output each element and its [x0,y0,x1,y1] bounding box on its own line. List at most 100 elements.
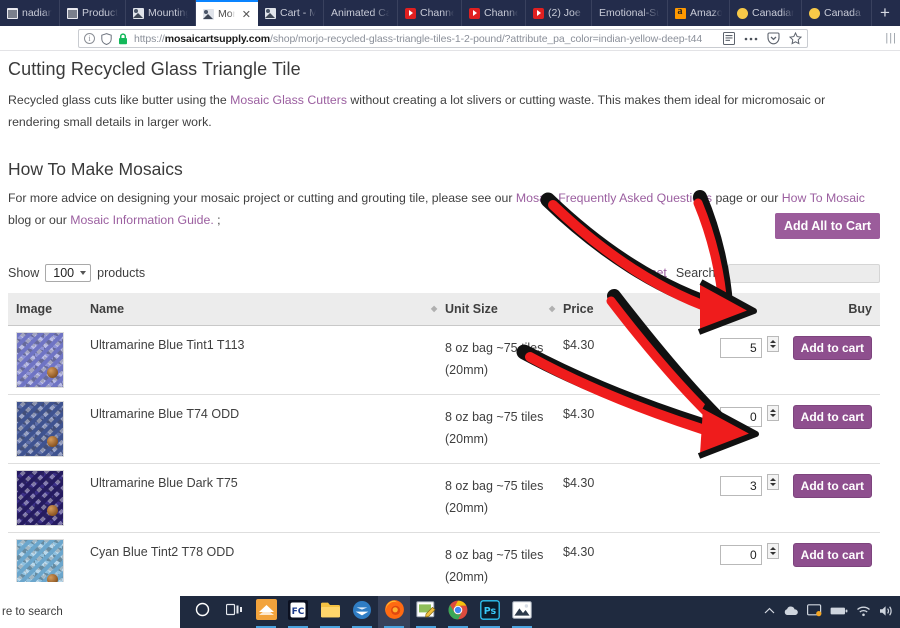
column-header-name[interactable]: Name [82,293,437,327]
taskbar-item-libreoffice[interactable] [250,596,282,628]
quantity-input[interactable]: 3 [719,476,762,497]
add-all-to-cart-button[interactable]: Add All to Cart [774,213,880,240]
cell-product-name: Ultramarine Blue Tint1 T113 [82,325,437,396]
tracking-protection-shield-icon[interactable] [101,32,112,45]
browser-tab-6[interactable]: Animated Ca [324,0,398,26]
add-to-cart-button[interactable]: Add to cart [792,543,872,568]
new-tab-button[interactable]: + [872,0,898,26]
taskbar-item-blue-app[interactable] [346,596,378,628]
product-thumbnail[interactable] [16,401,64,458]
page-info-icon[interactable]: i [84,33,95,44]
screen-share-icon[interactable] [807,604,822,620]
bookmark-star-icon[interactable] [789,32,802,45]
link-mosaic-glass-cutters[interactable]: Mosaic Glass Cutters [230,93,347,107]
url-text[interactable]: https://mosaicartsupply.com/shop/morjo-r… [134,33,711,45]
browser-tab-label: Morjo [218,8,235,20]
volume-icon[interactable] [879,605,894,620]
product-thumbnail[interactable] [16,332,64,389]
taskbar-item-photos[interactable] [506,596,538,628]
column-header-image[interactable]: Image [8,293,82,327]
browser-tab-1[interactable]: nadian [0,0,60,26]
column-header-price[interactable]: ◆ Price [549,293,665,327]
add-to-cart-button[interactable]: Add to cart [792,405,872,430]
quantity-input[interactable]: 5 [719,338,762,359]
quantity-stepper[interactable] [766,336,779,353]
browser-tab-8[interactable]: Channel v [462,0,526,26]
taskbar-item-photoshop[interactable]: Ps [474,596,506,628]
taskbar-item-chrome[interactable] [442,596,474,628]
taskbar-item-cortana[interactable] [186,596,218,628]
browser-tab-3[interactable]: Mounting [126,0,196,26]
web-page-content: Cutting Recycled Glass Triangle Tile Rec… [0,51,900,596]
stepper-up-icon[interactable] [769,340,776,344]
link-mosaic-faq[interactable]: Mosaic Frequently Asked Questions [516,191,712,205]
stepper-down-icon[interactable] [769,345,776,349]
taskbar-item-file-explorer[interactable] [314,596,346,628]
browser-tab-7[interactable]: Channel c [398,0,462,26]
reset-link[interactable]: Reset [634,266,667,280]
close-tab-icon[interactable]: ✕ [242,8,251,21]
taskbar-item-task-view[interactable] [218,596,250,628]
sidebar-toggle-icon[interactable]: ||| [885,32,897,44]
cloud-icon[interactable] [783,605,799,619]
taskbar-search-box[interactable]: re to search [0,596,180,628]
browser-tab-10[interactable]: Emotional-Su [592,0,668,26]
cell-unit-size: 8 oz bag ~75 tiles (20mm) [437,394,555,465]
cell-price: $4.30 [555,394,665,465]
stepper-down-icon[interactable] [769,483,776,487]
product-thumbnail[interactable] [16,470,64,527]
stepper-up-icon[interactable] [769,478,776,482]
search-input[interactable] [728,263,880,283]
quantity-input[interactable]: 0 [719,545,762,566]
chevron-up-icon[interactable] [764,606,775,618]
file-explorer-icon [320,601,341,624]
browser-tab-12[interactable]: Canadian [730,0,802,26]
add-to-cart-button[interactable]: Add to cart [792,474,872,499]
windows-taskbar: re to search FC Ps [0,596,900,628]
glass-shards-texture [17,402,63,457]
link-mosaic-information-guide[interactable]: Mosaic Information Guide. [70,213,214,227]
screen: nadian Products Mounting Morjo ✕ Cart - Mo Ani… [0,0,900,628]
stepper-down-icon[interactable] [769,414,776,418]
browser-tab-5[interactable]: Cart - Mo [258,0,324,26]
quantity-stepper[interactable] [766,474,779,491]
link-how-to-mosaic[interactable]: How To Mosaic [782,191,865,205]
penny-scale-reference [47,436,58,448]
reader-view-icon[interactable] [723,32,735,45]
quantity-stepper[interactable] [766,543,779,560]
add-to-cart-button[interactable]: Add to cart [792,336,872,361]
stepper-up-icon[interactable] [769,409,776,413]
browser-tab-9[interactable]: (2) Joe M [526,0,592,26]
column-header-unit-size[interactable]: ◆ Unit Size [431,293,555,327]
page-heading-how-to: How To Make Mosaics [8,159,183,180]
page-actions-menu-icon[interactable] [744,36,758,42]
browser-tab-11[interactable]: AmazonS [668,0,730,26]
entries-per-page-select[interactable]: 100 [45,264,92,283]
taskbar-item-firefox[interactable] [378,596,410,628]
paragraph-advice-text-before: For more advice on designing your mosaic… [8,191,516,206]
browser-tab-2[interactable]: Products [60,0,126,26]
dot-icon [809,7,820,19]
quantity-input[interactable]: 0 [719,407,762,428]
taskbar-search-text: re to search [2,606,63,618]
quantity-stepper[interactable] [766,405,779,422]
cell-buy: 3 Add to cart [665,463,880,534]
browser-tab-label: Channel c [420,7,454,19]
battery-icon[interactable] [830,606,848,619]
chevron-down-icon [80,271,87,276]
address-bar[interactable]: i https://mosaicartsupply.com/shop/morjo… [78,29,808,48]
column-header-price-label: Price [563,302,594,317]
browser-tab-13[interactable]: Canada 1 [802,0,872,26]
taskbar-item-notepad-edit[interactable] [410,596,442,628]
page-icon [7,7,18,19]
stepper-up-icon[interactable] [769,547,776,551]
pocket-save-icon[interactable] [767,32,780,45]
products-label: products [97,266,146,281]
paragraph-advice: For more advice on designing your mosaic… [8,188,880,231]
taskbar-item-filecloud[interactable]: FC [282,596,314,628]
wifi-icon[interactable] [856,605,871,620]
browser-navigation-bar: i https://mosaicartsupply.com/shop/morjo… [0,26,900,51]
paragraph-advice-text-after: ; [213,212,221,227]
browser-tab-4[interactable]: Morjo ✕ [196,0,258,26]
stepper-down-icon[interactable] [769,552,776,556]
